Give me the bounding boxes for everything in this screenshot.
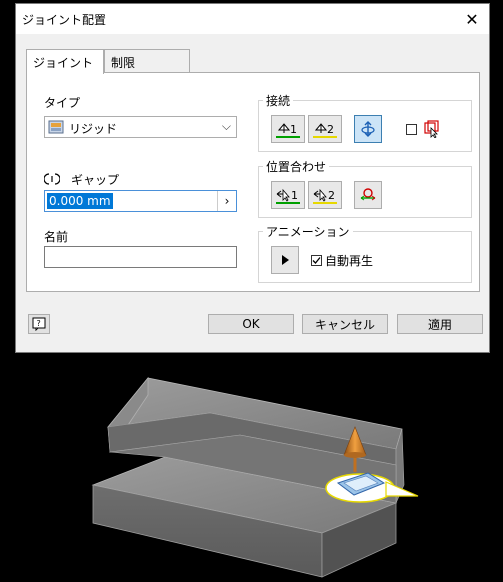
cancel-button[interactable]: キャンセル	[302, 314, 388, 334]
gap-input[interactable]: 0.000 mm ›	[44, 190, 237, 212]
joint-placement-dialog: ジョイント配置 ✕ ジョイント 制限 タイプ リジッド ⌵ ギャップ 0.000…	[15, 3, 490, 353]
name-label: 名前	[44, 230, 69, 244]
connect-group: 接続 1 2	[258, 92, 472, 152]
align-2-text: 2	[328, 189, 335, 202]
help-icon: ?	[32, 317, 46, 331]
connect-1-text: 1	[290, 123, 297, 136]
tab-joint[interactable]: ジョイント	[26, 49, 104, 74]
title-bar: ジョイント配置 ✕	[16, 4, 489, 34]
flip-icon	[361, 121, 375, 137]
connect-option-checkbox[interactable]	[406, 124, 417, 135]
chevron-right-icon: ›	[224, 194, 230, 208]
align-1-icon: 1	[276, 188, 300, 204]
type-value: リジッド	[69, 122, 118, 136]
model-viewport[interactable]	[0, 355, 503, 582]
svg-text:?: ?	[37, 319, 41, 328]
flip-align-button[interactable]	[354, 181, 382, 209]
dialog-title: ジョイント配置	[22, 13, 107, 27]
type-label: タイプ	[44, 96, 81, 110]
autoplay-checkbox[interactable]	[311, 255, 322, 266]
align-2-button[interactable]: 2	[308, 181, 342, 209]
checkmark-icon	[312, 257, 321, 264]
apply-button[interactable]: 適用	[397, 314, 483, 334]
gap-icon	[44, 173, 60, 185]
align-1-text: 1	[291, 189, 298, 202]
flip-component-button[interactable]	[354, 115, 382, 143]
animation-group-title: アニメーション	[263, 223, 353, 240]
flip-align-icon	[360, 188, 376, 201]
gap-label: ギャップ	[71, 173, 120, 187]
play-icon	[282, 255, 289, 265]
component-select-icon	[424, 120, 439, 138]
autoplay-label: 自動再生	[325, 254, 374, 268]
close-button[interactable]: ✕	[461, 8, 483, 30]
animation-group: アニメーション 自動再生	[258, 223, 472, 283]
play-button[interactable]	[271, 246, 299, 274]
select-origin-2-icon: 2	[313, 123, 337, 138]
connect-origin-1-button[interactable]: 1	[271, 115, 305, 143]
align-2-icon: 2	[313, 188, 337, 204]
ok-button[interactable]: OK	[208, 314, 294, 334]
gap-expand-button[interactable]: ›	[217, 191, 236, 211]
align-group: 位置合わせ 1 2	[258, 158, 472, 218]
gap-value: 0.000 mm	[47, 193, 113, 209]
type-select[interactable]: リジッド ⌵	[44, 116, 237, 138]
align-group-title: 位置合わせ	[263, 158, 330, 175]
select-origin-1-icon: 1	[276, 123, 300, 138]
tab-limits[interactable]: 制限	[104, 49, 190, 73]
align-1-button[interactable]: 1	[271, 181, 305, 209]
connect-group-title: 接続	[263, 92, 294, 109]
connect-2-text: 2	[327, 123, 334, 136]
close-icon: ✕	[465, 9, 479, 29]
joint-panel: タイプ リジッド ⌵ ギャップ 0.000 mm › 名前 接続 1 2 位置合…	[26, 72, 480, 292]
connect-origin-2-button[interactable]: 2	[308, 115, 342, 143]
rigid-joint-icon	[48, 120, 64, 134]
help-button[interactable]: ?	[28, 314, 50, 334]
name-input[interactable]	[44, 246, 237, 268]
chevron-down-icon: ⌵	[221, 119, 231, 133]
